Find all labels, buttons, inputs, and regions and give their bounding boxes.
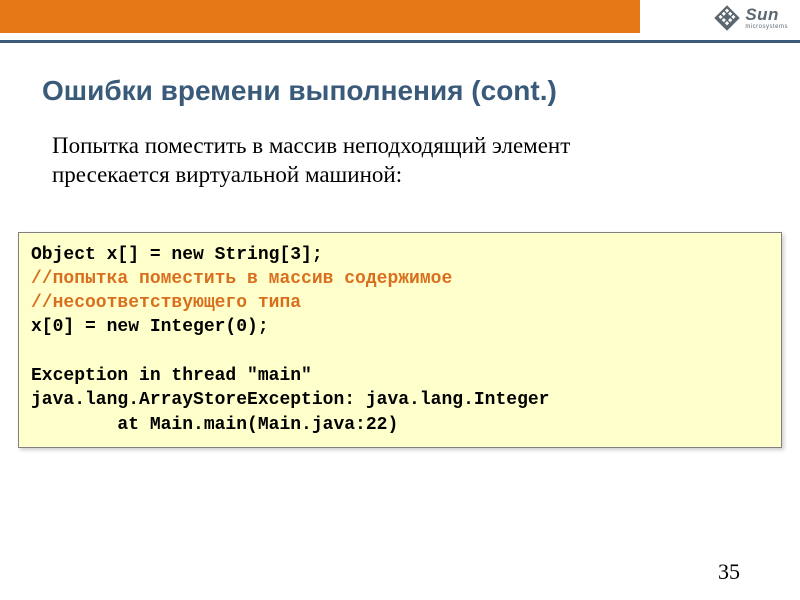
code-comment-1: //попытка поместить в массив содержимое	[31, 269, 452, 289]
slide-title: Ошибки времени выполнения (cont.)	[42, 75, 800, 107]
code-line-1: Object x[] = new String[3];	[31, 245, 323, 265]
header-bar: Sun microsystems	[0, 0, 800, 45]
page-number: 35	[718, 559, 740, 585]
code-box: Object x[] = new String[3]; //попытка по…	[18, 232, 782, 448]
code-line-4: java.lang.ArrayStoreException: java.lang…	[31, 390, 549, 410]
orange-accent-bar	[0, 0, 640, 33]
code-line-2: x[0] = new Integer(0);	[31, 317, 269, 337]
body-line-2: пресекается виртуальной машиной:	[52, 162, 402, 187]
sun-logo-text: Sun microsystems	[745, 6, 788, 30]
sun-logo-icon	[712, 3, 742, 33]
divider-line	[0, 40, 800, 43]
sun-logo-main: Sun	[745, 6, 788, 23]
code-content: Object x[] = new String[3]; //попытка по…	[31, 243, 769, 437]
code-comment-2: //несоответствующего типа	[31, 293, 301, 313]
sun-logo: Sun microsystems	[712, 3, 788, 33]
body-line-1: Попытка поместить в массив неподходящий …	[52, 133, 570, 158]
code-line-5: at Main.main(Main.java:22)	[31, 415, 398, 435]
sun-logo-sub: microsystems	[745, 24, 788, 30]
body-text: Попытка поместить в массив неподходящий …	[52, 132, 758, 190]
code-line-3: Exception in thread "main"	[31, 366, 312, 386]
